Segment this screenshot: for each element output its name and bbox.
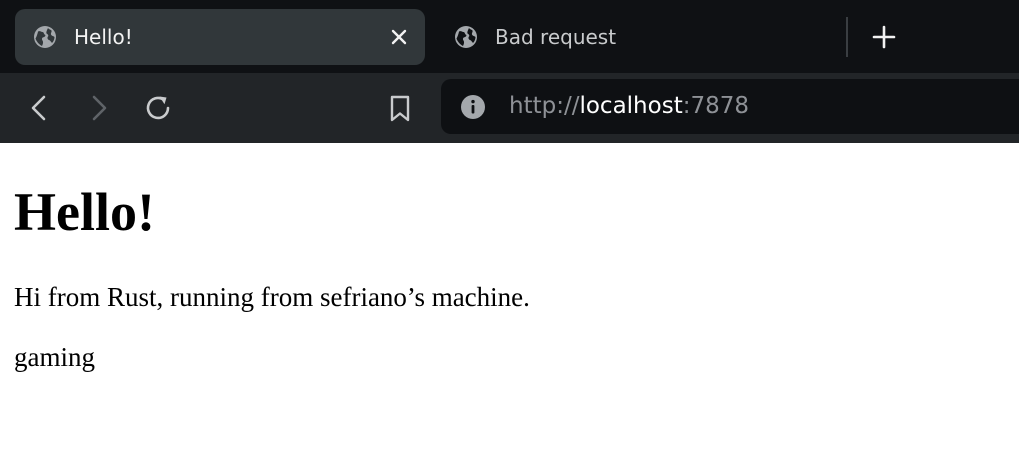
page-content: Hello! Hi from Rust, running from sefria… [0,143,1019,462]
tab-bad-request[interactable]: Bad request [436,9,836,65]
paragraph-greeting: Hi from Rust, running from sefriano’s ma… [14,282,530,312]
tab-divider [846,17,848,57]
page-heading: Hello! [14,182,155,242]
tab-strip: Hello! Bad request [0,0,1019,73]
paragraph-gaming: gaming [14,342,95,372]
forward-icon[interactable] [82,92,114,124]
tab-title: Bad request [495,25,617,49]
close-icon[interactable] [387,25,411,49]
tab-hello[interactable]: Hello! [15,9,425,65]
new-tab-icon[interactable] [868,21,900,53]
tab-title: Hello! [74,25,133,49]
globe-icon [34,26,56,48]
reload-icon[interactable] [142,92,174,124]
back-icon[interactable] [24,92,56,124]
globe-icon [455,26,477,48]
browser-window: Hello! Bad request http://localhost:7878… [0,0,1019,462]
info-icon[interactable] [460,94,486,120]
toolbar: http://localhost:7878 [0,73,1019,143]
address-bar[interactable]: http://localhost:7878 [441,79,1019,134]
url-port: :7878 [682,93,750,119]
url-host: localhost [579,93,683,119]
url-scheme: http:// [509,93,580,119]
bookmark-icon[interactable] [384,92,416,124]
url-text[interactable]: http://localhost:7878 [509,92,749,120]
